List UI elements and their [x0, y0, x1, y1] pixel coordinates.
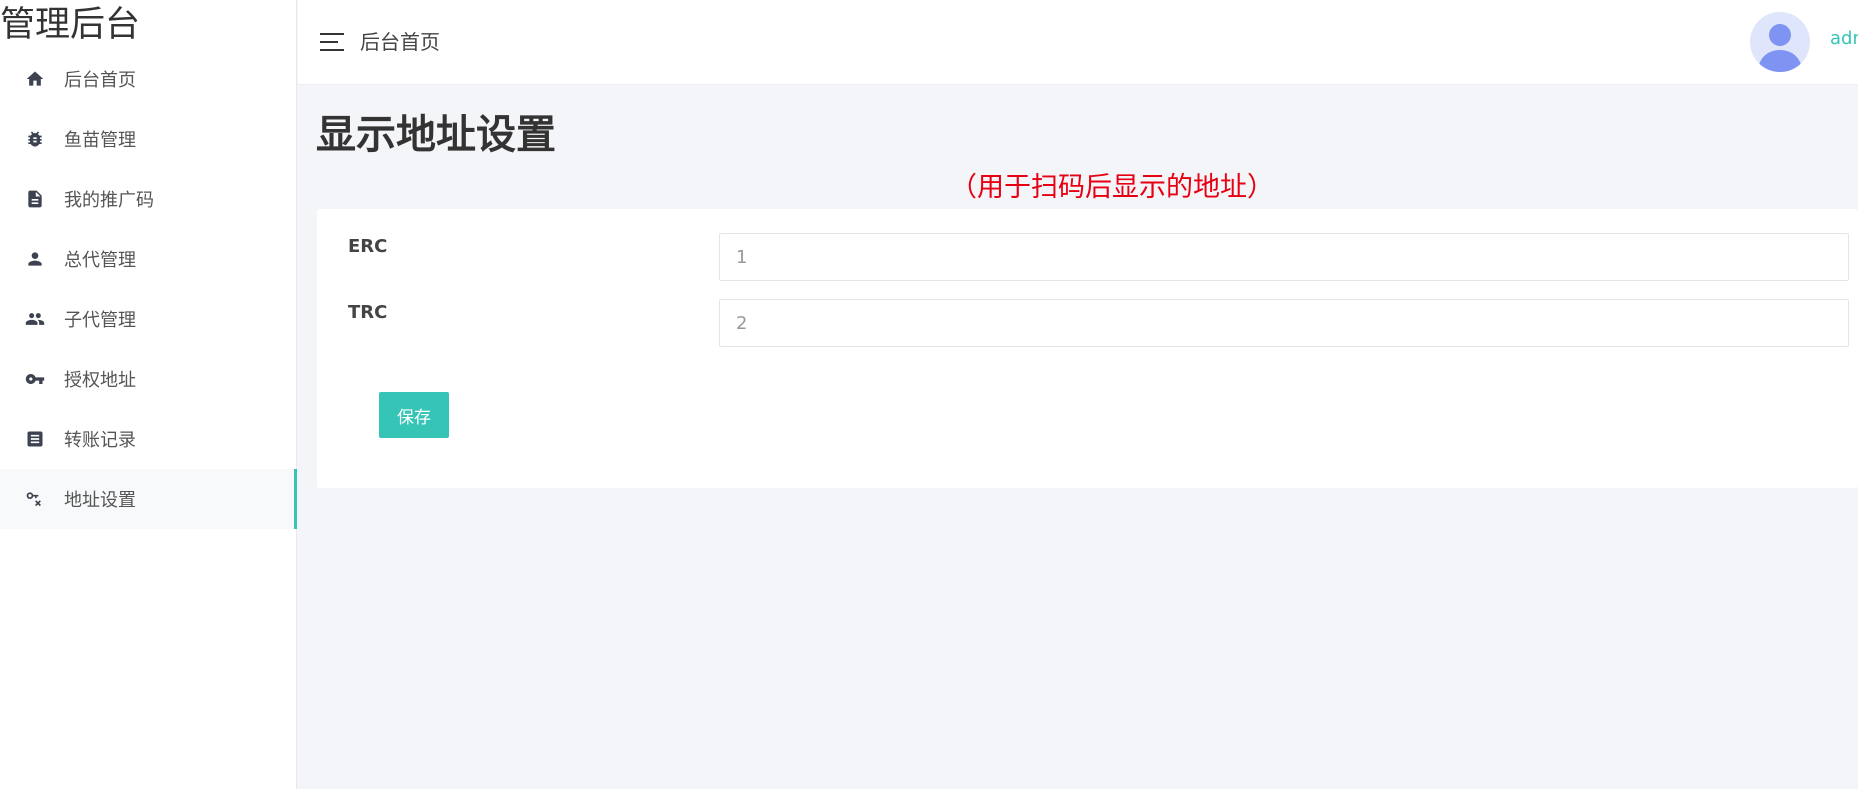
sidebar-item-transfer-records[interactable]: 转账记录: [0, 409, 297, 469]
sidebar-item-label: 转账记录: [64, 430, 136, 451]
sidebar-item-promo-code[interactable]: 我的推广码: [0, 169, 297, 229]
sidebar-item-label: 后台首页: [64, 70, 136, 91]
document-icon: [24, 188, 46, 210]
sidebar-item-sub-agents[interactable]: 子代管理: [0, 289, 297, 349]
save-button[interactable]: 保存: [379, 392, 449, 438]
sidebar-item-general-agents[interactable]: 总代管理: [0, 229, 297, 289]
sidebar-item-fish[interactable]: 鱼苗管理: [0, 109, 297, 169]
page-title: 显示地址设置: [316, 112, 556, 158]
brand-title: 管理后台: [0, 5, 141, 45]
menu-toggle-icon[interactable]: [320, 31, 346, 53]
list-icon: [24, 428, 46, 450]
erc-label: ERC: [348, 236, 388, 257]
avatar-person-icon: [1758, 24, 1802, 72]
top-header: 后台首页 adm: [298, 0, 1858, 85]
app-root: 管理后台 后台首页 鱼苗管理 我的推广码 总代管理 子代管理 授权地址 转账记录…: [0, 0, 1858, 789]
page-note: （用于扫码后显示的地址）: [950, 172, 1274, 203]
breadcrumb[interactable]: 后台首页: [360, 27, 440, 57]
trc-field[interactable]: 2: [719, 299, 1849, 347]
sidebar-item-label: 子代管理: [64, 310, 136, 331]
trc-label: TRC: [348, 302, 388, 323]
home-icon: [24, 68, 46, 90]
user-name[interactable]: adm: [1830, 28, 1858, 49]
sidebar-item-label: 总代管理: [64, 250, 136, 271]
sidebar-item-home[interactable]: 后台首页: [0, 49, 297, 109]
sidebar: 管理后台 后台首页 鱼苗管理 我的推广码 总代管理 子代管理 授权地址 转账记录…: [0, 0, 297, 789]
erc-field[interactable]: 1: [719, 233, 1849, 281]
bug-icon: [24, 128, 46, 150]
sidebar-item-address-settings[interactable]: 地址设置: [0, 469, 297, 529]
people-icon: [24, 308, 46, 330]
sidebar-item-authorized-address[interactable]: 授权地址: [0, 349, 297, 409]
sidebar-item-label: 地址设置: [64, 490, 136, 511]
sidebar-item-label: 授权地址: [64, 370, 136, 391]
avatar[interactable]: [1750, 12, 1810, 72]
settings-card: ERC 1 TRC 2 保存: [317, 209, 1858, 488]
key-icon: [24, 368, 46, 390]
sidebar-item-label: 鱼苗管理: [64, 130, 136, 151]
sidebar-nav: 后台首页 鱼苗管理 我的推广码 总代管理 子代管理 授权地址 转账记录 地址设置: [0, 49, 297, 529]
key-off-icon: [24, 488, 46, 510]
person-icon: [24, 248, 46, 270]
sidebar-item-label: 我的推广码: [64, 190, 154, 211]
